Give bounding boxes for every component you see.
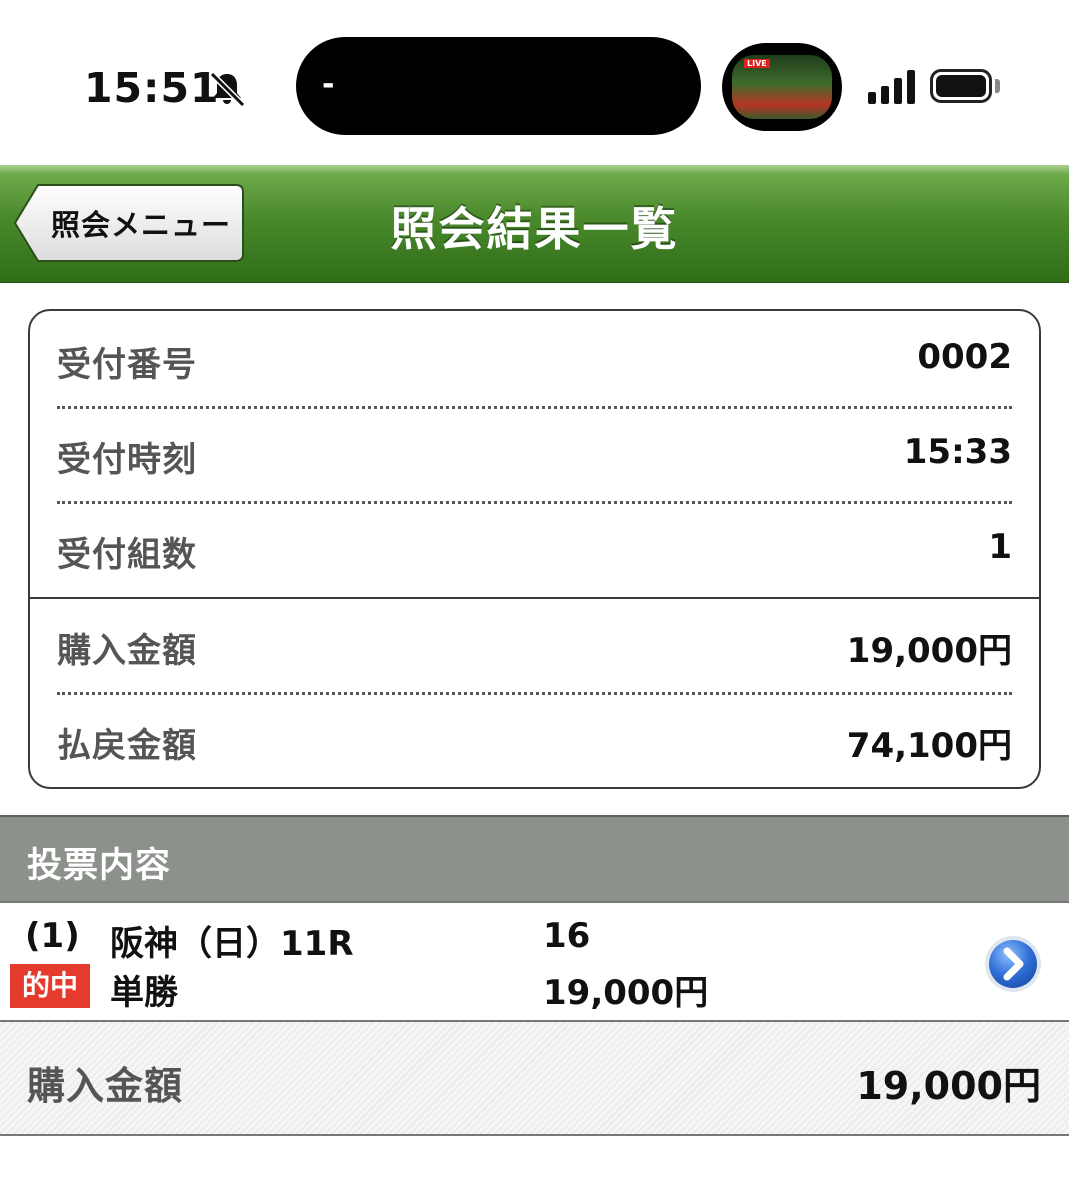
total-value: 19,000円 <box>856 1064 1041 1108</box>
live-badge: LIVE <box>744 59 770 68</box>
row-label: 受付番号 <box>57 345 197 385</box>
horse-number: 16 <box>543 916 591 956</box>
bet-content-section-header: 投票内容 <box>0 815 1069 901</box>
purchase-amount-row: 購入金額 19,000円 <box>57 597 1012 692</box>
chevron-right-icon[interactable] <box>983 934 1043 994</box>
island-text: - <box>322 67 335 102</box>
bet-amount: 19,000円 <box>543 973 709 1013</box>
total-purchase-row: 購入金額 19,000円 <box>0 1020 1069 1136</box>
row-label: 受付時刻 <box>57 440 197 480</box>
receipt-count-row: 受付組数 1 <box>57 501 1012 596</box>
live-video-thumbnail[interactable]: LIVE <box>722 43 842 131</box>
row-label: 受付組数 <box>57 535 197 575</box>
status-bar: 15:51 - LIVE <box>0 0 1069 165</box>
battery-cap <box>995 79 1000 93</box>
status-time: 15:51 <box>84 64 220 112</box>
row-value: 0002 <box>917 337 1012 377</box>
row-label: 購入金額 <box>57 631 197 671</box>
receipt-time-row: 受付時刻 15:33 <box>57 406 1012 501</box>
bet-index: (1) <box>25 916 80 956</box>
bet-row[interactable]: (1) 阪神（日）11R 16 的中 単勝 19,000円 <box>0 901 1069 1020</box>
race-name: 阪神（日）11R <box>110 924 354 964</box>
video-frame: LIVE <box>732 55 832 119</box>
cellular-signal-icon <box>868 70 916 104</box>
payout-amount-row: 払戻金額 74,100円 <box>57 692 1012 787</box>
hit-badge: 的中 <box>10 964 90 1008</box>
nav-header: 照会メニュー 照会結果一覧 <box>0 165 1069 283</box>
section-title: 投票内容 <box>27 846 172 886</box>
bet-type: 単勝 <box>110 973 178 1013</box>
row-value: 19,000円 <box>846 631 1012 671</box>
battery-icon <box>930 69 992 103</box>
summary-card: 受付番号 0002 受付時刻 15:33 受付組数 1 購入金額 19,000円… <box>28 309 1041 789</box>
row-value: 15:33 <box>903 432 1012 472</box>
row-value: 1 <box>988 527 1012 567</box>
bell-muted-icon <box>209 71 246 108</box>
dynamic-island: - <box>296 37 701 135</box>
row-label: 払戻金額 <box>57 726 197 766</box>
receipt-number-row: 受付番号 0002 <box>57 311 1012 406</box>
row-value: 74,100円 <box>846 726 1012 766</box>
total-label: 購入金額 <box>27 1064 184 1108</box>
page-title: 照会結果一覧 <box>390 202 679 256</box>
